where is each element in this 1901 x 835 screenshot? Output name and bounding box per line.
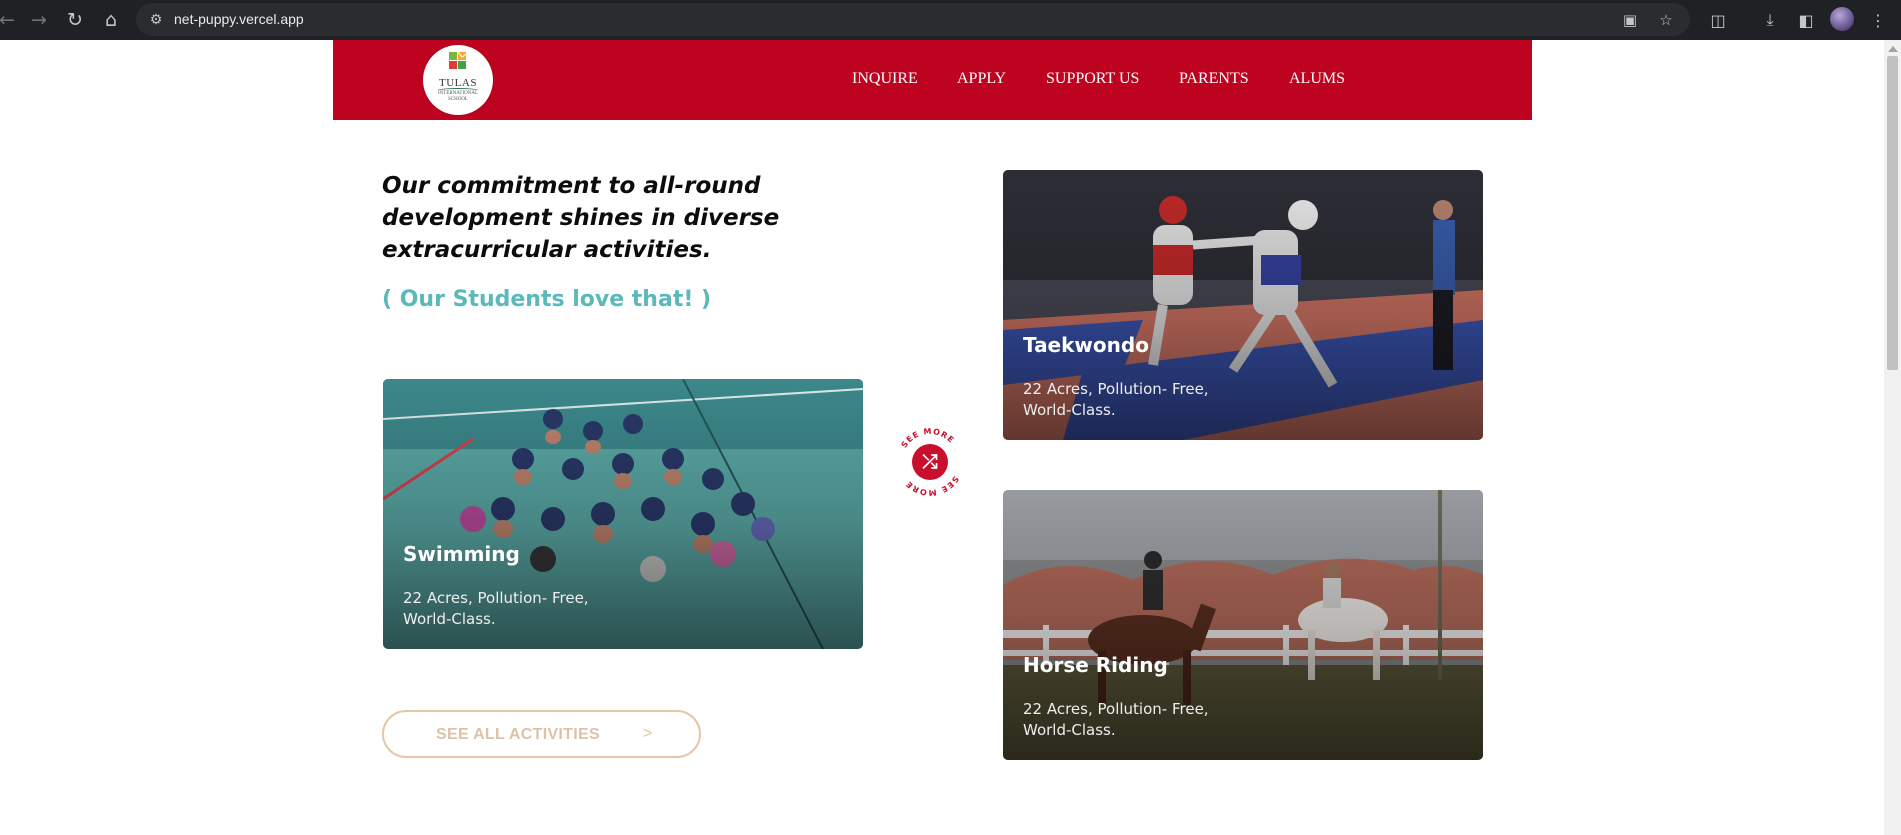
back-arrow-icon[interactable]: ← bbox=[0, 5, 22, 35]
activity-card-horse-riding[interactable]: Horse Riding 22 Acres, Pollution- Free, … bbox=[1003, 490, 1483, 760]
forward-arrow-icon[interactable]: → bbox=[24, 5, 54, 35]
chevron-right-icon: > bbox=[643, 725, 653, 742]
extensions-puzzle-icon[interactable]: ◫ bbox=[1704, 6, 1732, 34]
url-text[interactable]: net-puppy.vercel.app bbox=[174, 11, 304, 27]
nav-parents[interactable]: PARENTS bbox=[1179, 70, 1249, 88]
card-description: 22 Acres, Pollution- Free, World-Class. bbox=[403, 589, 589, 628]
site-info-icon[interactable]: ⚙ bbox=[146, 10, 166, 30]
nav-support-us[interactable]: SUPPORT US bbox=[1046, 70, 1139, 88]
site-header: TULAS INTERNATIONAL SCHOOL INQUIRE APPLY… bbox=[333, 40, 1532, 120]
browser-menu-icon[interactable]: ⋮ bbox=[1864, 6, 1892, 34]
activity-card-swimming[interactable]: Swimming 22 Acres, Pollution- Free, Worl… bbox=[383, 379, 863, 649]
section-headline: Our commitment to all-round development … bbox=[382, 173, 780, 263]
browser-toolbar: ← → ↻ ⌂ ⚙ net-puppy.vercel.app ▣ ☆ ◫ ⤓ ◧… bbox=[0, 0, 1901, 40]
profile-avatar[interactable] bbox=[1830, 7, 1854, 31]
card-description: 22 Acres, Pollution- Free, World-Class. bbox=[1023, 380, 1209, 419]
reload-icon[interactable]: ↻ bbox=[60, 5, 90, 35]
install-app-icon[interactable]: ▣ bbox=[1618, 8, 1642, 32]
main-nav: INQUIRE APPLY SUPPORT US PARENTS ALUMS bbox=[333, 40, 1532, 120]
nav-apply[interactable]: APPLY bbox=[957, 70, 1006, 88]
bookmark-star-icon[interactable]: ☆ bbox=[1654, 8, 1678, 32]
scrollbar-thumb[interactable] bbox=[1887, 56, 1898, 370]
card-title: Swimming bbox=[403, 542, 520, 566]
section-subheadline: ( Our Students love that! ) bbox=[382, 287, 712, 312]
cta-label: SEE ALL ACTIVITIES bbox=[436, 726, 600, 743]
side-panel-icon[interactable]: ◧ bbox=[1792, 6, 1820, 34]
card-title: Taekwondo bbox=[1023, 333, 1149, 357]
card-description: 22 Acres, Pollution- Free, World-Class. bbox=[1023, 700, 1209, 739]
card-title: Horse Riding bbox=[1023, 653, 1168, 677]
see-all-activities-button[interactable]: SEE ALL ACTIVITIES > bbox=[382, 710, 701, 758]
scroll-up-arrow-icon[interactable] bbox=[1888, 46, 1898, 52]
nav-inquire[interactable]: INQUIRE bbox=[852, 70, 918, 88]
shuffle-icon[interactable]: ⤮ bbox=[912, 444, 948, 480]
page-scrollbar[interactable] bbox=[1884, 40, 1901, 835]
activity-card-taekwondo[interactable]: Taekwondo 22 Acres, Pollution- Free, Wor… bbox=[1003, 170, 1483, 440]
address-bar[interactable]: ⚙ net-puppy.vercel.app ▣ ☆ bbox=[136, 3, 1690, 36]
see-more-button[interactable]: SEE MORE SEE MORE ⤮ bbox=[895, 427, 965, 497]
downloads-icon[interactable]: ⤓ bbox=[1756, 6, 1784, 34]
nav-alums[interactable]: ALUMS bbox=[1289, 70, 1345, 88]
home-icon[interactable]: ⌂ bbox=[96, 5, 126, 35]
